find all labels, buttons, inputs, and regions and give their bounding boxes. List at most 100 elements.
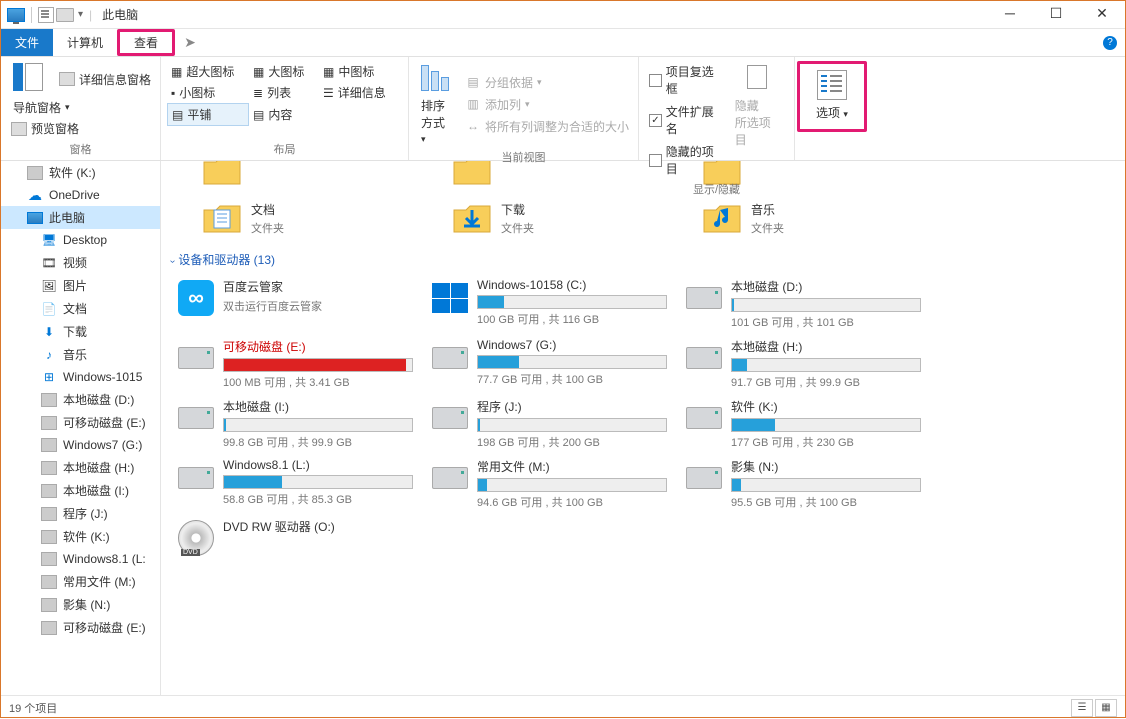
folder-item[interactable]: 文档文件夹 <box>201 197 421 239</box>
drive-item[interactable]: 影集 (N:)95.5 GB 可用 , 共 100 GB <box>685 458 935 510</box>
drive-item[interactable]: Windows-10158 (C:)100 GB 可用 , 共 116 GB <box>431 278 681 330</box>
sidebar-item[interactable]: 软件 (K:) <box>1 161 160 184</box>
sidebar-icon <box>41 597 57 613</box>
addcols-button[interactable]: ▥添加列 ▾ <box>461 94 633 115</box>
layout-small[interactable]: ▪小图标 <box>167 82 249 103</box>
sidebar-icon <box>41 529 57 545</box>
preview-pane-button[interactable]: 预览窗格 <box>7 118 154 139</box>
sidebar-item[interactable]: 影集 (N:) <box>1 593 160 616</box>
checkbox-extensions[interactable]: ✓文件扩展名 <box>645 101 729 139</box>
ribbon-group-panes: 详细信息窗格 导航窗格 ▾ 预览窗格 窗格 <box>1 57 161 160</box>
drive-item[interactable]: Windows7 (G:)77.7 GB 可用 , 共 100 GB <box>431 338 681 390</box>
drive-item[interactable]: 本地磁盘 (D:)101 GB 可用 , 共 101 GB <box>685 278 935 330</box>
section-header-drives[interactable]: ›设备和驱动器 (13) <box>171 245 1115 274</box>
qat-dropdown-icon[interactable]: ▾ <box>78 9 83 20</box>
drive-item[interactable]: 可移动磁盘 (E:)100 MB 可用 , 共 3.41 GB <box>177 338 427 390</box>
drive-stat: 77.7 GB 可用 , 共 100 GB <box>477 371 681 387</box>
sidebar-item[interactable]: 软件 (K:) <box>1 525 160 548</box>
drive-item[interactable]: 常用文件 (M:)94.6 GB 可用 , 共 100 GB <box>431 458 681 510</box>
app-icon[interactable] <box>7 8 25 22</box>
properties-icon[interactable] <box>38 7 54 23</box>
drive-item[interactable]: ∞百度云管家双击运行百度云管家 <box>177 278 427 330</box>
drive-item[interactable]: DVDDVD RW 驱动器 (O:) <box>177 518 427 554</box>
folder-item-partial[interactable]: x <box>201 161 421 193</box>
layout-details[interactable]: ☰详细信息 <box>319 82 409 103</box>
layout-tiles[interactable]: ▤平铺 <box>167 103 249 126</box>
nav-pane-label[interactable]: 导航窗格 ▾ <box>9 97 154 118</box>
checkbox-hidden[interactable]: 隐藏的项目 <box>645 141 729 179</box>
drive-usage-bar <box>731 418 921 432</box>
layout-content[interactable]: ▤内容 <box>249 103 319 126</box>
drive-usage-bar <box>731 478 921 492</box>
groupby-button[interactable]: ▤分组依据 ▾ <box>461 72 633 93</box>
folder-item[interactable]: 下载文件夹 <box>451 197 671 239</box>
sidebar-icon <box>41 415 57 431</box>
sidebar-item[interactable]: ♪音乐 <box>1 343 160 366</box>
tab-view[interactable]: 查看 <box>117 29 175 56</box>
sidebar-item[interactable]: 🖥Desktop <box>1 229 160 251</box>
sidebar-item[interactable]: ☁OneDrive <box>1 184 160 206</box>
layout-xlarge[interactable]: ▦超大图标 <box>167 61 249 82</box>
fitcols-button[interactable]: ↔将所有列调整为合适的大小 <box>461 116 633 137</box>
view-icons-icon[interactable]: ▦ <box>1095 699 1117 717</box>
hide-selected-button[interactable]: 隐藏所选项目 <box>729 61 788 179</box>
drive-stat: 198 GB 可用 , 共 200 GB <box>477 434 681 450</box>
window-title: 此电脑 <box>102 6 138 23</box>
sidebar-item[interactable]: 本地磁盘 (I:) <box>1 479 160 502</box>
folder-name: 音乐 <box>751 201 784 218</box>
nav-pane[interactable]: 软件 (K:) ☁OneDrive此电脑🖥Desktop🎞视频🖼图片📄文档⬇下载♪… <box>1 161 161 695</box>
close-button[interactable]: ✕ <box>1079 1 1125 29</box>
sidebar-label: OneDrive <box>49 188 100 202</box>
drives-grid: ∞百度云管家双击运行百度云管家Windows-10158 (C:)100 GB … <box>171 278 1115 554</box>
drive-item[interactable]: 本地磁盘 (I:)99.8 GB 可用 , 共 99.9 GB <box>177 398 427 450</box>
drive-name: 本地磁盘 (I:) <box>223 398 427 415</box>
minimize-button[interactable]: ─ <box>987 1 1033 29</box>
details-pane-button[interactable]: 详细信息窗格 <box>55 69 155 90</box>
nav-pane-button[interactable] <box>7 61 51 97</box>
sidebar-item[interactable]: 🖼图片 <box>1 274 160 297</box>
folder-item[interactable]: 音乐文件夹 <box>701 197 921 239</box>
sidebar-item[interactable]: Windows7 (G:) <box>1 434 160 456</box>
disk-icon[interactable] <box>56 8 74 22</box>
view-switcher: ☰ ▦ <box>1071 699 1117 717</box>
sidebar-label: 本地磁盘 (H:) <box>63 459 134 476</box>
separator <box>31 7 32 23</box>
drive-item[interactable]: Windows8.1 (L:)58.8 GB 可用 , 共 85.3 GB <box>177 458 427 510</box>
checkbox-item-checkboxes[interactable]: 项目复选框 <box>645 61 729 99</box>
layout-list[interactable]: ≣列表 <box>249 82 319 103</box>
sidebar-item[interactable]: 程序 (J:) <box>1 502 160 525</box>
layout-large[interactable]: ▦大图标 <box>249 61 319 82</box>
drive-item[interactable]: 本地磁盘 (H:)91.7 GB 可用 , 共 99.9 GB <box>685 338 935 390</box>
maximize-button[interactable]: ☐ <box>1033 1 1079 29</box>
layout-medium[interactable]: ▦中图标 <box>319 61 409 82</box>
sidebar-item[interactable]: 📄文档 <box>1 297 160 320</box>
drive-name: Windows-10158 (C:) <box>477 278 681 292</box>
sidebar-item[interactable]: Windows8.1 (L: <box>1 548 160 570</box>
pin-icon[interactable]: ➤ <box>175 29 205 56</box>
sidebar-item[interactable]: 本地磁盘 (D:) <box>1 388 160 411</box>
tab-file[interactable]: 文件 <box>1 29 53 56</box>
sidebar-item[interactable]: ⬇下载 <box>1 320 160 343</box>
options-button[interactable]: 选项 ▾ <box>797 61 867 132</box>
help-button[interactable]: ? <box>1095 29 1125 56</box>
sidebar-item[interactable]: ⊞Windows-1015 <box>1 366 160 388</box>
drive-subtitle: 双击运行百度云管家 <box>223 298 427 314</box>
tab-computer[interactable]: 计算机 <box>53 29 117 56</box>
drive-item[interactable]: 程序 (J:) 198 GB 可用 , 共 200 GB <box>431 398 681 450</box>
chevron-down-icon: › <box>167 260 178 263</box>
drive-name: 程序 (J:) <box>477 398 681 415</box>
sidebar-item[interactable]: 本地磁盘 (H:) <box>1 456 160 479</box>
drive-name: 本地磁盘 (D:) <box>731 278 935 295</box>
sidebar-label: 程序 (J:) <box>63 505 108 522</box>
sidebar-item[interactable]: 可移动磁盘 (E:) <box>1 411 160 434</box>
sidebar-label: 软件 (K:) <box>49 164 96 181</box>
ribbon-tabs: 文件 计算机 查看 ➤ ? <box>1 29 1125 57</box>
drive-item[interactable]: 软件 (K:)177 GB 可用 , 共 230 GB <box>685 398 935 450</box>
view-details-icon[interactable]: ☰ <box>1071 699 1093 717</box>
sidebar-item[interactable]: 此电脑 <box>1 206 160 229</box>
content-pane[interactable]: xxx 文档文件夹下载文件夹音乐文件夹 ›设备和驱动器 (13) ∞百度云管家双… <box>161 161 1125 695</box>
sidebar-item[interactable]: 可移动磁盘 (E:) <box>1 616 160 639</box>
sidebar-item[interactable]: 常用文件 (M:) <box>1 570 160 593</box>
sort-button[interactable]: 排序方式 ▾ <box>415 61 457 147</box>
sidebar-item[interactable]: 🎞视频 <box>1 251 160 274</box>
